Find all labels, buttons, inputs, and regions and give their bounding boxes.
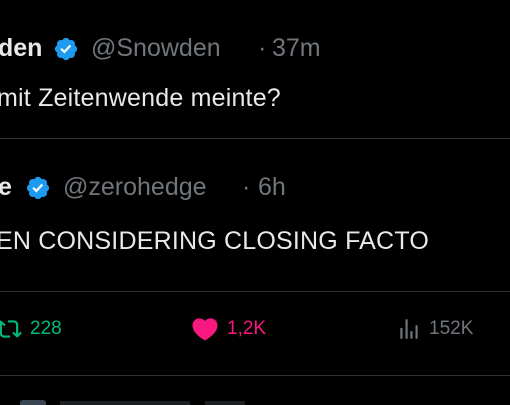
timeline: den @Snowden · 37m mit Zeitenwende meint… <box>0 0 510 405</box>
tweet-text: mit Zeitenwende meinte? <box>0 84 281 112</box>
next-tweet-partial <box>0 396 510 405</box>
verified-badge-icon <box>26 176 50 200</box>
heart-icon <box>192 318 218 341</box>
partial-text <box>60 401 190 405</box>
views-bar-chart-icon <box>400 319 418 339</box>
views-count: 152K <box>429 318 474 339</box>
tweet-time[interactable]: 6h <box>258 173 286 202</box>
time-separator: · <box>242 173 251 201</box>
retweet-button[interactable]: 228 <box>0 316 62 342</box>
tweet-time[interactable]: 37m <box>272 34 321 63</box>
author-handle[interactable]: @zerohedge <box>63 173 207 202</box>
verified-badge-icon <box>54 37 78 61</box>
views-button[interactable]: 152K <box>395 316 473 342</box>
author-name[interactable]: den <box>0 34 42 63</box>
divider <box>0 375 510 376</box>
partial-avatar <box>20 400 46 405</box>
like-button[interactable]: 1,2K <box>189 314 266 344</box>
partial-text <box>205 401 245 405</box>
tweet-text: EN CONSIDERING CLOSING FACTO <box>0 227 429 255</box>
divider <box>0 291 510 292</box>
author-name[interactable]: e <box>0 173 12 202</box>
retweet-count: 228 <box>30 318 62 339</box>
divider <box>0 138 510 139</box>
time-separator: · <box>258 34 267 62</box>
retweet-icon <box>0 320 22 338</box>
author-handle[interactable]: @Snowden <box>91 34 221 63</box>
like-count: 1,2K <box>227 318 267 339</box>
